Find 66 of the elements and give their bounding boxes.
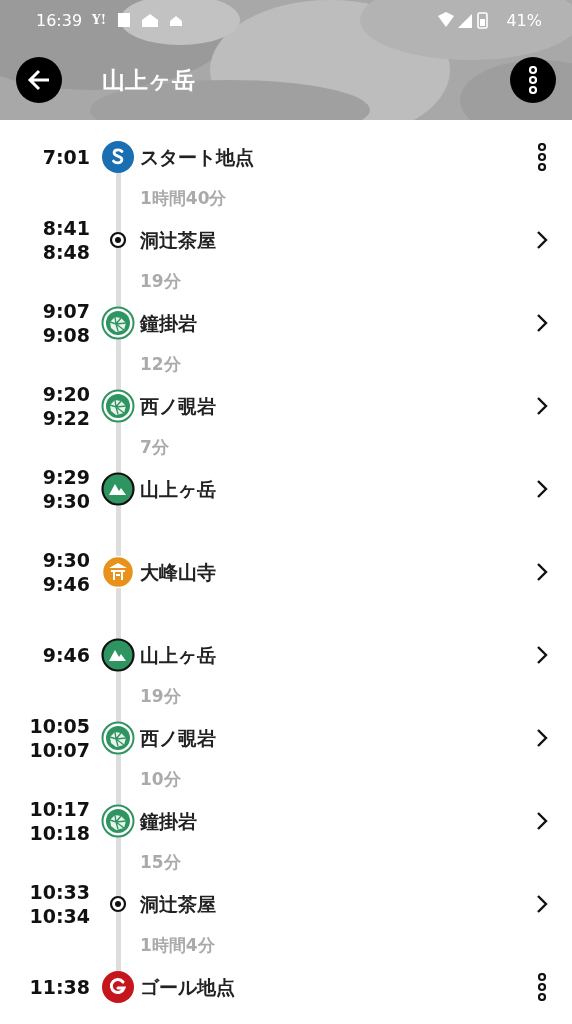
stop-time: 8:41	[42, 216, 90, 240]
stop-name: 山上ヶ岳	[140, 477, 217, 502]
stop-name: 鐘掛岩	[140, 311, 198, 336]
stop-time: 10:18	[29, 821, 90, 845]
stop-name: 山上ヶ岳	[140, 643, 217, 668]
chevron-right-icon	[536, 230, 548, 250]
rock-icon	[101, 306, 135, 340]
chevron-right-icon	[536, 811, 548, 831]
chevron-right-icon	[536, 396, 548, 416]
walk-duration: 7分	[140, 436, 170, 459]
waypoint-dot-icon	[109, 895, 127, 913]
walk-duration: 15分	[140, 851, 182, 874]
stop-time: 9:30	[42, 548, 90, 572]
stop-time: 9:07	[42, 299, 90, 323]
battery-percent: 41%	[506, 10, 542, 30]
chevron-right-icon	[536, 894, 548, 914]
walk-duration: 19分	[140, 270, 182, 293]
stop-time: 9:46	[42, 572, 90, 596]
chevron-right-icon	[536, 728, 548, 748]
status-time: 16:39	[36, 10, 83, 30]
walk-duration: 10分	[140, 768, 182, 791]
rock-icon	[101, 804, 135, 838]
stop-name: ゴール地点	[140, 975, 236, 1000]
rock-icon	[101, 389, 135, 423]
walk-duration: 12分	[140, 353, 182, 376]
stop-time: 10:33	[29, 880, 90, 904]
stop-time: 9:46	[42, 643, 90, 667]
stop-name: 洞辻茶屋	[140, 892, 217, 917]
page-title: 山上ヶ岳	[102, 65, 196, 95]
stop-name: 鐘掛岩	[140, 809, 198, 834]
stop-time: 9:08	[42, 323, 90, 347]
stop-time: 10:05	[29, 714, 90, 738]
more-icon	[528, 66, 538, 94]
walk-duration: 19分	[140, 685, 182, 708]
stop-time: 9:29	[42, 465, 90, 489]
chevron-right-icon	[536, 562, 548, 582]
mountain-icon	[101, 472, 135, 506]
stop-time: 10:07	[29, 738, 90, 762]
chevron-right-icon	[536, 645, 548, 665]
back-arrow-icon	[27, 69, 51, 91]
walk-duration: 1時間40分	[140, 187, 228, 210]
stop-name: 西ノ覗岩	[140, 726, 217, 751]
temple-icon	[101, 555, 135, 589]
stop-time: 9:22	[42, 406, 90, 430]
stop-time: 9:20	[42, 382, 90, 406]
stop-name: 大峰山寺	[140, 560, 217, 585]
notification-text: Y!	[92, 13, 106, 27]
more-icon	[537, 143, 547, 171]
mountain-icon	[101, 638, 135, 672]
chevron-right-icon	[536, 313, 548, 333]
stop-time: 9:30	[42, 489, 90, 513]
stop-time: 10:34	[29, 904, 90, 928]
stop-time: 11:38	[29, 975, 90, 999]
waypoint-dot-icon	[109, 231, 127, 249]
stop-name: 西ノ覗岩	[140, 394, 217, 419]
more-icon	[537, 973, 547, 1001]
chevron-right-icon	[536, 479, 548, 499]
stop-time: 7:01	[42, 145, 90, 169]
stop-time: 10:17	[29, 797, 90, 821]
stop-time: 8:48	[42, 240, 90, 264]
start-marker-icon	[101, 140, 135, 174]
stop-name: 洞辻茶屋	[140, 228, 217, 253]
goal-marker-icon	[101, 970, 135, 1004]
walk-duration: 1時間4分	[140, 934, 216, 957]
stop-name: スタート地点	[140, 145, 255, 170]
rock-icon	[101, 721, 135, 755]
